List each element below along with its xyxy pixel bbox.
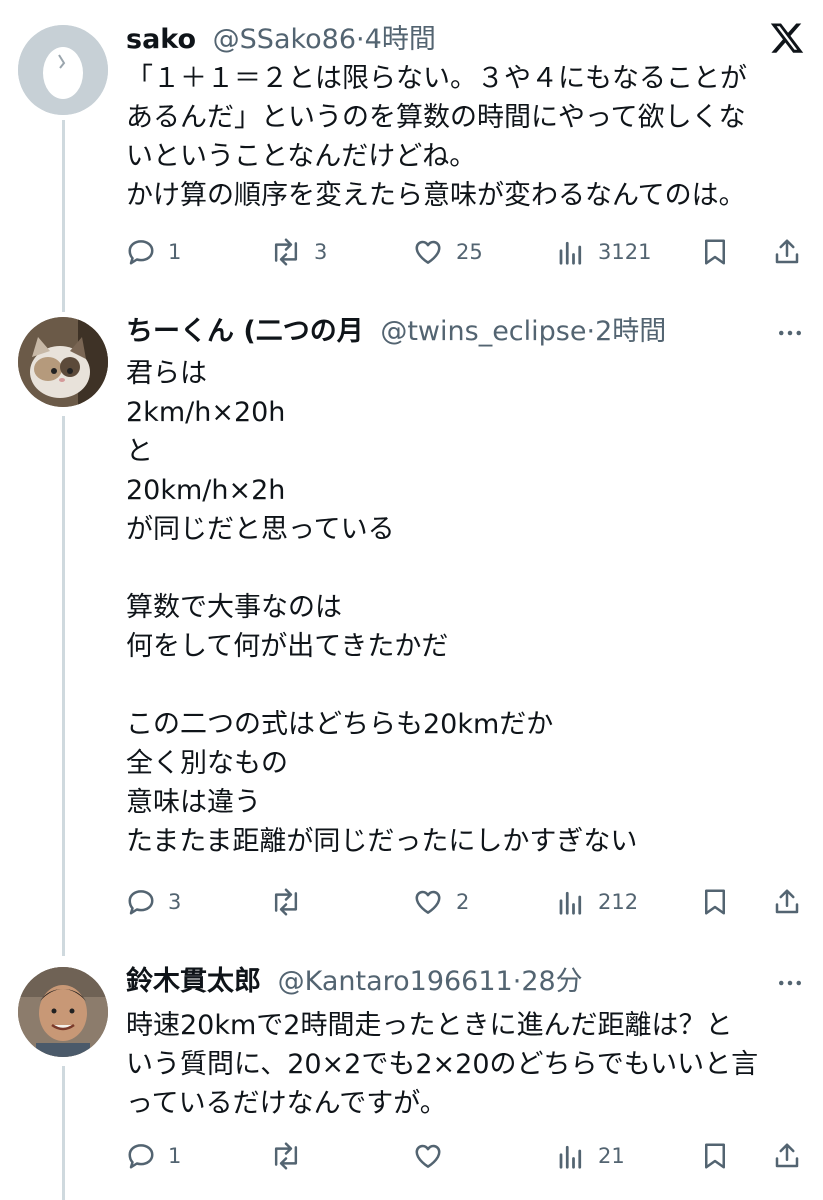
analytics-icon (559, 241, 582, 265)
more-icon[interactable] (775, 968, 805, 1002)
views-button[interactable]: 3121 (556, 230, 651, 274)
bookmark-icon (705, 889, 725, 915)
retweet-button[interactable] (270, 880, 314, 924)
display-name[interactable]: 鈴木貫太郎 (126, 966, 261, 997)
like-button[interactable]: 25 (412, 230, 483, 274)
tweet: ちーくん (二つの月 @twins_eclipse·2時間 君らは 2km/h×… (0, 312, 823, 932)
user-handle[interactable]: @SSako86 (213, 24, 356, 55)
like-button[interactable]: 2 (412, 880, 469, 924)
action-bar: 1 3 25 3121 (0, 230, 823, 274)
display-name[interactable]: sako (126, 24, 196, 55)
share-button[interactable] (772, 230, 802, 274)
avatar[interactable] (18, 25, 108, 115)
bookmark-icon (705, 1143, 725, 1169)
retweet-button[interactable] (270, 1134, 314, 1178)
reply-icon (128, 1144, 154, 1169)
like-count: 25 (456, 240, 483, 264)
retweet-count: 3 (314, 240, 328, 264)
tweet-text: 「１＋１＝２とは限らない。３や４にもなることが あるんだ」というのを算数の時間に… (126, 63, 747, 211)
heart-icon (415, 890, 441, 914)
tweet-header: sako @SSako86·4時間 (126, 20, 436, 60)
bookmark-button[interactable] (700, 1134, 730, 1178)
view-count: 212 (598, 890, 639, 914)
more-icon[interactable] (775, 318, 805, 352)
tweet-header: ちーくん (二つの月 @twins_eclipse·2時間 (126, 312, 666, 352)
retweet-icon (274, 888, 298, 916)
share-icon (775, 1143, 799, 1168)
retweet-icon (274, 238, 298, 266)
tweet: 鈴木貫太郎 @Kantaro196611·28分 時速20kmで2時間走ったとき… (0, 962, 823, 1192)
tweet-header: 鈴木貫太郎 @Kantaro196611·28分 (126, 962, 583, 1002)
avatar[interactable] (18, 967, 108, 1057)
share-button[interactable] (772, 1134, 802, 1178)
action-bar: 3 2 212 (0, 880, 823, 924)
retweet-button[interactable]: 3 (270, 230, 327, 274)
views-button[interactable]: 212 (556, 880, 638, 924)
separator-dot: · (356, 24, 365, 55)
analytics-icon (559, 1145, 582, 1169)
reply-button[interactable]: 1 (126, 1134, 181, 1178)
view-count: 3121 (598, 240, 652, 264)
action-bar: 1 21 (0, 1134, 823, 1178)
heart-icon (415, 1144, 441, 1168)
separator-dot: · (586, 316, 596, 347)
heart-icon (415, 240, 441, 264)
share-icon (775, 889, 799, 914)
retweet-icon (274, 1142, 298, 1170)
tweet-text: 君らは 2km/h×20h と 20km/h×2h が同じだと思っている 算数で… (126, 358, 638, 857)
share-button[interactable] (772, 880, 802, 924)
user-handle[interactable]: @twins_eclipse (380, 316, 586, 347)
like-count: 2 (456, 890, 470, 914)
bookmark-button[interactable] (700, 880, 730, 924)
bookmark-button[interactable] (700, 230, 730, 274)
like-button[interactable] (412, 1134, 456, 1178)
timestamp[interactable]: 2時間 (595, 316, 666, 347)
tweet: sako @SSako86·4時間 「１＋１＝２とは限らない。３や４にもなること… (0, 20, 823, 280)
bookmark-icon (705, 239, 725, 265)
timestamp[interactable]: 4時間 (365, 24, 436, 55)
reply-count: 1 (168, 240, 182, 264)
user-handle[interactable]: @Kantaro196611 (278, 966, 513, 997)
tweet-text: 時速20kmで2時間走ったときに進んだ距離は？と いう質問に、20×2でも2×2… (126, 1010, 759, 1119)
reply-count: 3 (168, 890, 182, 914)
analytics-icon (559, 891, 582, 915)
reply-icon (128, 890, 154, 915)
person-avatar-icon (18, 967, 108, 1057)
egg-avatar-icon (18, 25, 108, 115)
avatar[interactable] (18, 317, 108, 407)
cat-avatar-icon (18, 317, 108, 407)
view-count: 21 (598, 1144, 625, 1168)
reply-button[interactable]: 1 (126, 230, 181, 274)
reply-icon (128, 240, 154, 265)
reply-count: 1 (168, 1144, 182, 1168)
share-icon (775, 239, 799, 264)
reply-button[interactable]: 3 (126, 880, 181, 924)
x-logo-icon[interactable] (769, 20, 805, 60)
timestamp[interactable]: 28分 (521, 966, 582, 997)
views-button[interactable]: 21 (556, 1134, 625, 1178)
display-name[interactable]: ちーくん (二つの月 (126, 316, 364, 347)
